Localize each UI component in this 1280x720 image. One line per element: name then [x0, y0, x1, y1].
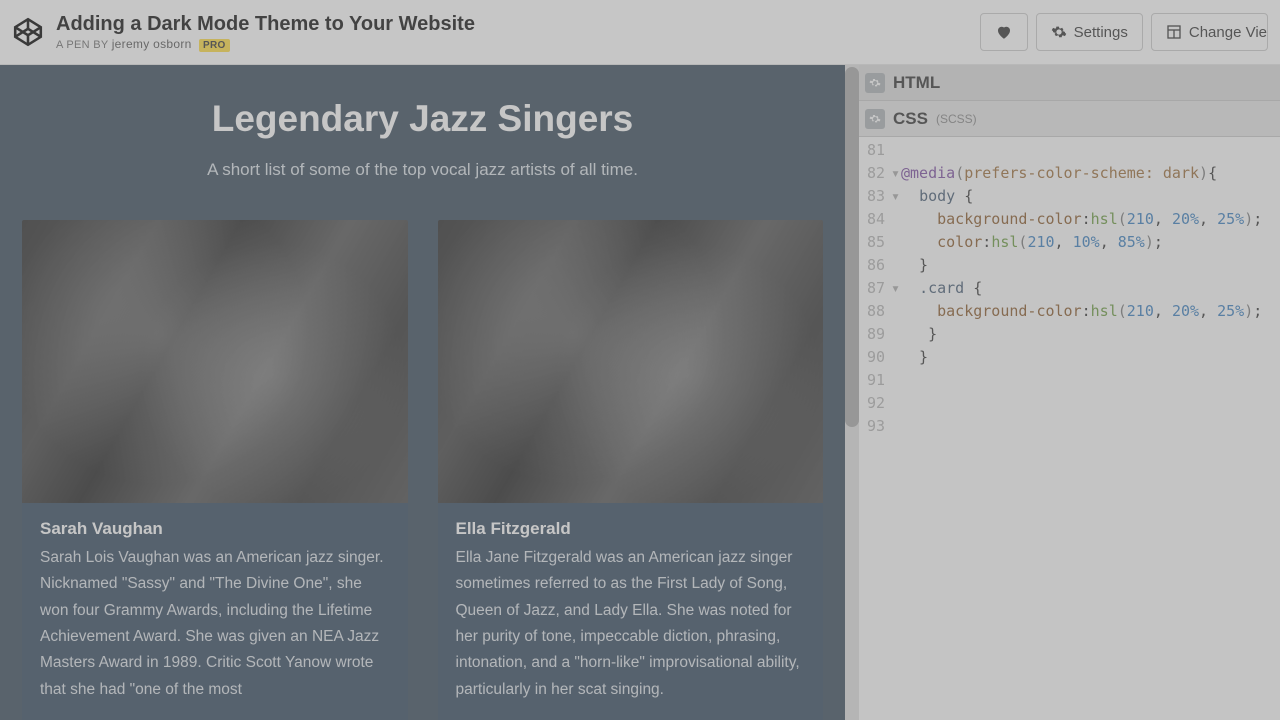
pen-title[interactable]: Adding a Dark Mode Theme to Your Website	[56, 13, 980, 35]
panel-settings-button[interactable]	[865, 73, 885, 93]
pen-byline: A PEN BY jeremy osborn PRO	[56, 37, 980, 51]
love-button[interactable]	[980, 13, 1028, 51]
preview-title: Legendary Jazz Singers	[22, 98, 823, 140]
preview-pane: Legendary Jazz Singers A short list of s…	[0, 65, 845, 720]
app-header: Adding a Dark Mode Theme to Your Website…	[0, 0, 1280, 65]
singer-name: Sarah Vaughan	[40, 519, 390, 539]
author-link[interactable]: jeremy osborn	[112, 37, 192, 51]
change-view-button[interactable]: Change Vie	[1151, 13, 1268, 51]
singer-card: Sarah Vaughan Sarah Lois Vaughan was an …	[22, 220, 408, 720]
pro-badge: PRO	[199, 39, 230, 52]
singer-photo	[22, 220, 408, 503]
change-view-label: Change Vie	[1189, 24, 1267, 41]
preview-scrollbar[interactable]	[845, 65, 859, 720]
gear-icon	[869, 77, 881, 89]
panel-settings-button[interactable]	[865, 109, 885, 129]
singer-name: Ella Fitzgerald	[456, 519, 806, 539]
card-grid: Sarah Vaughan Sarah Lois Vaughan was an …	[22, 220, 823, 720]
layout-icon	[1166, 24, 1182, 40]
settings-label: Settings	[1074, 24, 1128, 41]
editor-tab-html[interactable]: HTML	[859, 65, 1280, 101]
settings-button[interactable]: Settings	[1036, 13, 1143, 51]
tab-label: CSS	[893, 109, 928, 129]
tab-sublang: (SCSS)	[936, 112, 977, 126]
tab-label: HTML	[893, 73, 940, 93]
singer-description: Sarah Lois Vaughan was an American jazz …	[40, 545, 390, 703]
singer-card: Ella Fitzgerald Ella Jane Fitzgerald was…	[438, 220, 824, 720]
editor-tab-css[interactable]: CSS (SCSS)	[859, 101, 1280, 137]
heart-icon	[995, 23, 1013, 41]
line-gutter: 81828384858687888990919293	[859, 139, 891, 720]
singer-photo	[438, 220, 824, 503]
byline-prefix: A PEN BY	[56, 39, 108, 51]
codepen-logo-icon	[12, 16, 44, 48]
singer-description: Ella Jane Fitzgerald was an American jaz…	[456, 545, 806, 703]
gear-icon	[869, 113, 881, 125]
code-content[interactable]: ▾@media(prefers-color-scheme: dark){▾ bo…	[891, 139, 1280, 720]
gear-icon	[1051, 24, 1067, 40]
scrollbar-thumb[interactable]	[845, 67, 859, 427]
code-editor[interactable]: 81828384858687888990919293 ▾@media(prefe…	[859, 137, 1280, 720]
editor-pane: HTML CSS (SCSS) 818283848586878889909192…	[859, 65, 1280, 720]
preview-subtitle: A short list of some of the top vocal ja…	[22, 160, 823, 180]
